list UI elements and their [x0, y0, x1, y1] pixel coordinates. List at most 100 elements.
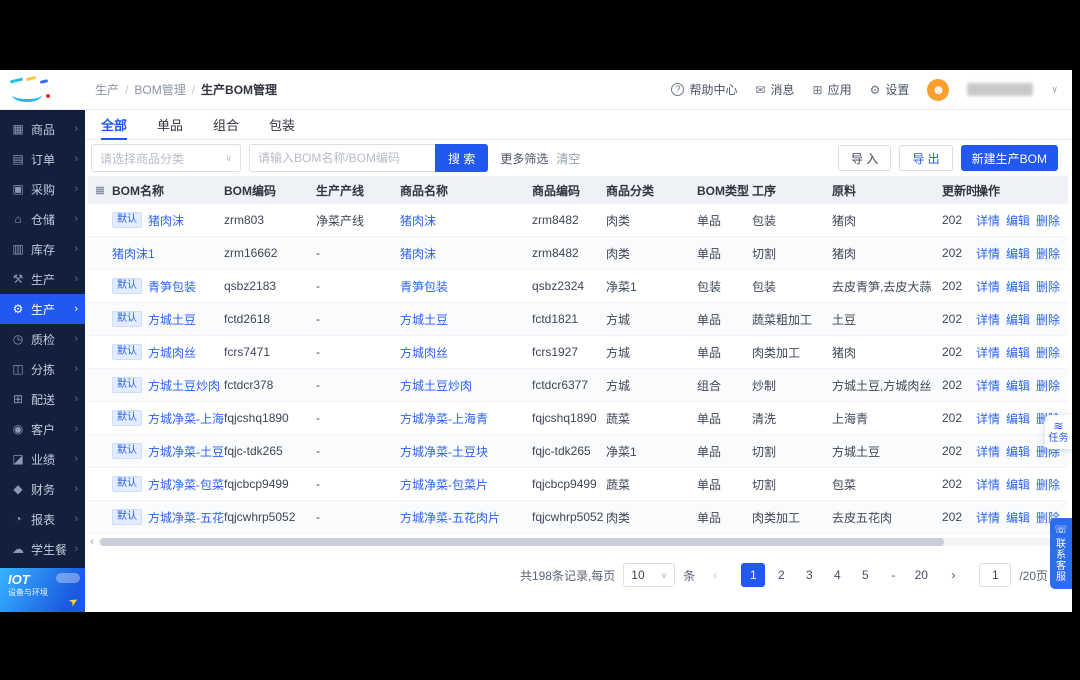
- edit-link[interactable]: 编辑: [1006, 443, 1030, 460]
- sidebar-item[interactable]: ⊞ 配送 ›: [0, 384, 85, 414]
- page-number-button[interactable]: 4: [825, 563, 849, 587]
- sidebar-item[interactable]: ◆ 财务 ›: [0, 474, 85, 504]
- customer-service-float-button[interactable]: ☏ 联系客服: [1050, 518, 1072, 589]
- iot-banner[interactable]: IOT 设备与环境 ➤: [0, 568, 85, 612]
- edit-link[interactable]: 编辑: [1006, 509, 1030, 526]
- delete-link[interactable]: 删除: [1036, 311, 1060, 328]
- bom-name-link[interactable]: 方城净菜-土豆块: [148, 443, 224, 460]
- topbar-action[interactable]: ✉ 消息: [755, 81, 794, 98]
- product-name-link[interactable]: 猪肉沫: [400, 247, 436, 261]
- product-name-link[interactable]: 猪肉沫: [400, 214, 436, 228]
- breadcrumb-item[interactable]: 生产 /: [95, 81, 128, 98]
- detail-link[interactable]: 详情: [976, 377, 1000, 394]
- edit-link[interactable]: 编辑: [1006, 245, 1030, 262]
- topbar-action[interactable]: ? 帮助中心: [671, 81, 737, 98]
- task-float-button[interactable]: ≋ 任务: [1045, 415, 1072, 449]
- product-name-link[interactable]: 青笋包装: [400, 280, 448, 294]
- product-name-link[interactable]: 方城土豆: [400, 313, 448, 327]
- bom-name-link[interactable]: 方城土豆: [148, 311, 196, 328]
- sidebar-item[interactable]: ◫ 分拣 ›: [0, 354, 85, 384]
- sidebar-item[interactable]: ◪ 业绩 ›: [0, 444, 85, 474]
- detail-link[interactable]: 详情: [976, 311, 1000, 328]
- delete-link[interactable]: 删除: [1036, 377, 1060, 394]
- bom-name-link[interactable]: 方城净菜-包菜片: [148, 476, 224, 493]
- search-button[interactable]: 搜 索: [435, 144, 489, 172]
- product-name-link[interactable]: 方城净菜-上海青: [400, 412, 488, 426]
- avatar[interactable]: ☻: [927, 78, 950, 101]
- delete-link[interactable]: 删除: [1036, 344, 1060, 361]
- chevron-down-icon[interactable]: ∨: [1051, 84, 1058, 95]
- edit-link[interactable]: 编辑: [1006, 410, 1030, 427]
- scrollbar-thumb[interactable]: [100, 538, 944, 546]
- create-bom-button[interactable]: 新建生产BOM: [960, 145, 1058, 171]
- topbar-action[interactable]: ⚙ 设置: [870, 81, 910, 98]
- detail-link[interactable]: 详情: [976, 344, 1000, 361]
- product-name-link[interactable]: 方城肉丝: [400, 346, 448, 360]
- clear-filters-link[interactable]: 清空: [556, 150, 580, 167]
- edit-link[interactable]: 编辑: [1006, 476, 1030, 493]
- export-button[interactable]: 导 出: [899, 145, 953, 171]
- sidebar-item[interactable]: ☁ 学生餐 ›: [0, 534, 85, 564]
- sidebar-item[interactable]: ⚙ 生产 ›: [0, 294, 85, 324]
- sidebar-item[interactable]: ◷ 质检 ›: [0, 324, 85, 354]
- sidebar-item[interactable]: ◉ 客户 ›: [0, 414, 85, 444]
- more-filters-link[interactable]: 更多筛选: [500, 150, 548, 167]
- page-size-select[interactable]: 10 ∨: [623, 563, 676, 587]
- bom-name-link[interactable]: 方城净菜-五花肉片: [148, 509, 224, 526]
- delete-link[interactable]: 删除: [1036, 212, 1060, 229]
- prev-page-button[interactable]: ‹: [703, 563, 727, 587]
- page-number-button[interactable]: 2: [769, 563, 793, 587]
- page-number-button[interactable]: 1: [741, 563, 766, 587]
- scroll-left-arrow[interactable]: ‹: [88, 536, 96, 548]
- detail-link[interactable]: 详情: [976, 245, 1000, 262]
- page-number-button[interactable]: 5: [853, 563, 877, 587]
- scrollbar-track[interactable]: [98, 538, 1068, 546]
- delete-link[interactable]: 删除: [1036, 278, 1060, 295]
- delete-link[interactable]: 删除: [1036, 245, 1060, 262]
- sidebar-item[interactable]: ⚒ 生产 ›: [0, 264, 85, 294]
- bom-name-link[interactable]: 方城净菜-上海青: [148, 410, 224, 427]
- breadcrumb-item[interactable]: 生产BOM管理: [201, 81, 283, 98]
- edit-link[interactable]: 编辑: [1006, 278, 1030, 295]
- detail-link[interactable]: 详情: [976, 509, 1000, 526]
- search-input[interactable]: [249, 144, 435, 172]
- sidebar-item[interactable]: ▤ 订单 ›: [0, 144, 85, 174]
- delete-link[interactable]: 删除: [1036, 476, 1060, 493]
- tab[interactable]: 单品: [157, 110, 183, 139]
- product-name-link[interactable]: 方城净菜-五花肉片: [400, 511, 500, 525]
- next-page-button[interactable]: ›: [941, 563, 965, 587]
- edit-link[interactable]: 编辑: [1006, 311, 1030, 328]
- detail-link[interactable]: 详情: [976, 212, 1000, 229]
- category-select[interactable]: 请选择商品分类 ∨: [91, 144, 241, 172]
- tab[interactable]: 组合: [213, 110, 239, 139]
- sidebar-item[interactable]: ▣ 采购 ›: [0, 174, 85, 204]
- bom-name-link[interactable]: 方城土豆炒肉: [148, 377, 220, 394]
- page-number-button[interactable]: -: [881, 563, 905, 587]
- detail-link[interactable]: 详情: [976, 410, 1000, 427]
- bom-name-link[interactable]: 方城肉丝: [148, 344, 196, 361]
- bom-name-link[interactable]: 青笋包装: [148, 278, 196, 295]
- detail-link[interactable]: 详情: [976, 443, 1000, 460]
- bom-name-link[interactable]: 猪肉沫: [148, 212, 184, 229]
- page-jump-input[interactable]: 1: [979, 563, 1012, 587]
- detail-link[interactable]: 详情: [976, 278, 1000, 295]
- sidebar-item[interactable]: ⌂ 仓储 ›: [0, 204, 85, 234]
- sidebar-item[interactable]: ▥ 库存 ›: [0, 234, 85, 264]
- column-filter-icon[interactable]: ≣: [88, 183, 112, 197]
- page-number-button[interactable]: 3: [797, 563, 821, 587]
- tab[interactable]: 包装: [269, 110, 295, 139]
- bom-name-link[interactable]: 猪肉沫1: [112, 245, 155, 262]
- detail-link[interactable]: 详情: [976, 476, 1000, 493]
- edit-link[interactable]: 编辑: [1006, 212, 1030, 229]
- tab[interactable]: 全部: [101, 110, 128, 140]
- product-name-link[interactable]: 方城净菜-土豆块: [400, 445, 488, 459]
- edit-link[interactable]: 编辑: [1006, 377, 1030, 394]
- sidebar-item[interactable]: ◔ 报表 ›: [0, 504, 85, 534]
- import-button[interactable]: 导 入: [837, 145, 892, 171]
- edit-link[interactable]: 编辑: [1006, 344, 1030, 361]
- product-name-link[interactable]: 方城土豆炒肉: [400, 379, 472, 393]
- product-name-link[interactable]: 方城净菜-包菜片: [400, 478, 488, 492]
- page-number-button[interactable]: 20: [909, 563, 933, 587]
- sidebar-item[interactable]: ▦ 商品 ›: [0, 114, 85, 144]
- breadcrumb-item[interactable]: BOM管理 /: [134, 81, 195, 98]
